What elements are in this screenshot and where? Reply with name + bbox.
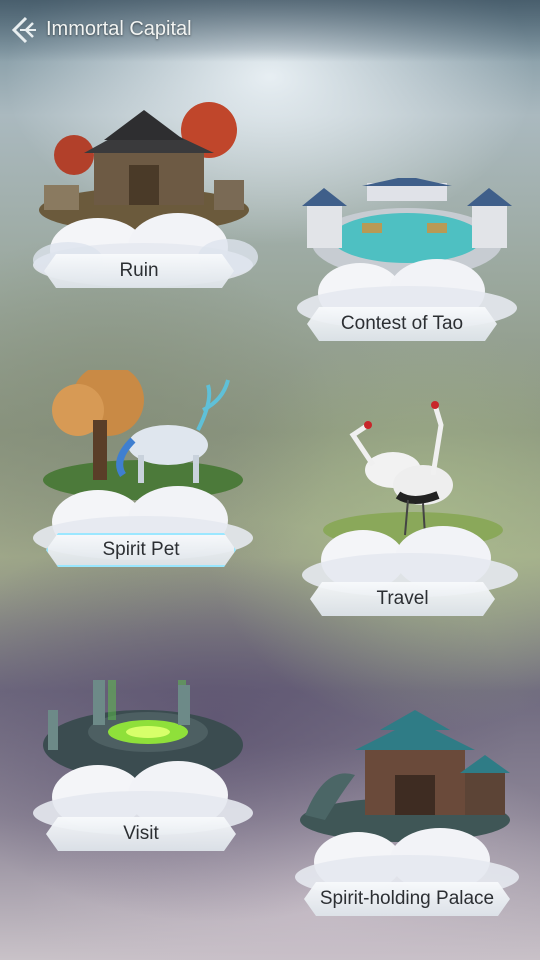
page-title: Immortal Capital — [46, 18, 192, 40]
selection-highlight — [46, 533, 236, 567]
location-label: Visit — [46, 817, 236, 851]
location-spirit-holding-palace[interactable]: Spirit-holding Palace — [290, 705, 525, 920]
location-label: Ruin — [44, 254, 234, 288]
location-label: Contest of Tao — [307, 307, 497, 341]
back-button[interactable] — [6, 14, 38, 46]
location-spirit-pet[interactable]: Spirit Pet — [28, 370, 258, 575]
location-visit[interactable]: Visit — [28, 660, 258, 860]
location-contest-of-tao[interactable]: Contest of Tao — [292, 178, 522, 348]
location-label: Spirit-holding Palace — [304, 882, 510, 916]
top-bar: Immortal Capital — [0, 0, 540, 62]
back-arrow-icon — [11, 16, 36, 44]
location-label: Travel — [310, 582, 495, 616]
location-travel[interactable]: Travel — [298, 395, 523, 620]
location-ruin[interactable]: Ruin — [28, 95, 258, 295]
